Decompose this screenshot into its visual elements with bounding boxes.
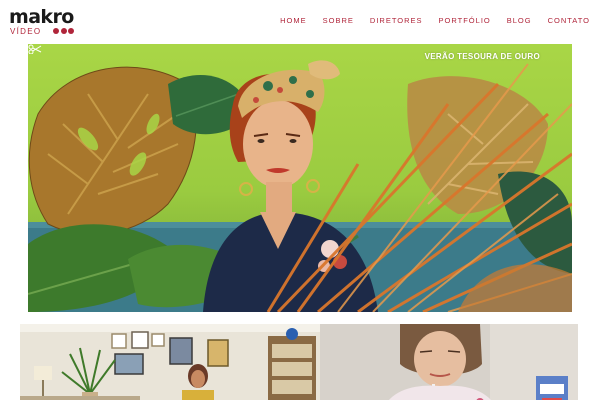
hero-video-title: VERÃO TESOURA DE OURO: [424, 52, 540, 61]
logo-dot: [60, 28, 67, 34]
portfolio-hero-item[interactable]: VERÃO TESOURA DE OURO: [28, 44, 572, 312]
nav-item-portfolio[interactable]: PORTFÓLIO: [439, 16, 491, 26]
site-header: makro VÍDEO HOME SOBRE DIRETORES PORTFÓL…: [0, 0, 600, 44]
makro-video-logo[interactable]: makro VÍDEO: [9, 6, 83, 37]
logo-subtitle: VÍDEO: [10, 27, 42, 36]
logo-wordmark: makro: [9, 6, 74, 28]
logo-dot: [68, 28, 74, 34]
nav-item-blog[interactable]: BLOG: [507, 16, 532, 26]
scissors-icon: [28, 44, 42, 54]
logo-dot: [53, 28, 59, 34]
main-nav: HOME SOBRE DIRETORES PORTFÓLIO BLOG CONT…: [280, 16, 590, 26]
logo-dots: [53, 28, 74, 35]
portfolio-item-2[interactable]: [20, 324, 578, 400]
video-thumbnail: [20, 324, 578, 400]
nav-item-sobre[interactable]: SOBRE: [323, 16, 354, 26]
nav-item-contato[interactable]: CONTATO: [548, 16, 590, 26]
nav-item-home[interactable]: HOME: [280, 16, 307, 26]
nav-item-diretores[interactable]: DIRETORES: [370, 16, 423, 26]
hero-video-still: [28, 60, 572, 312]
